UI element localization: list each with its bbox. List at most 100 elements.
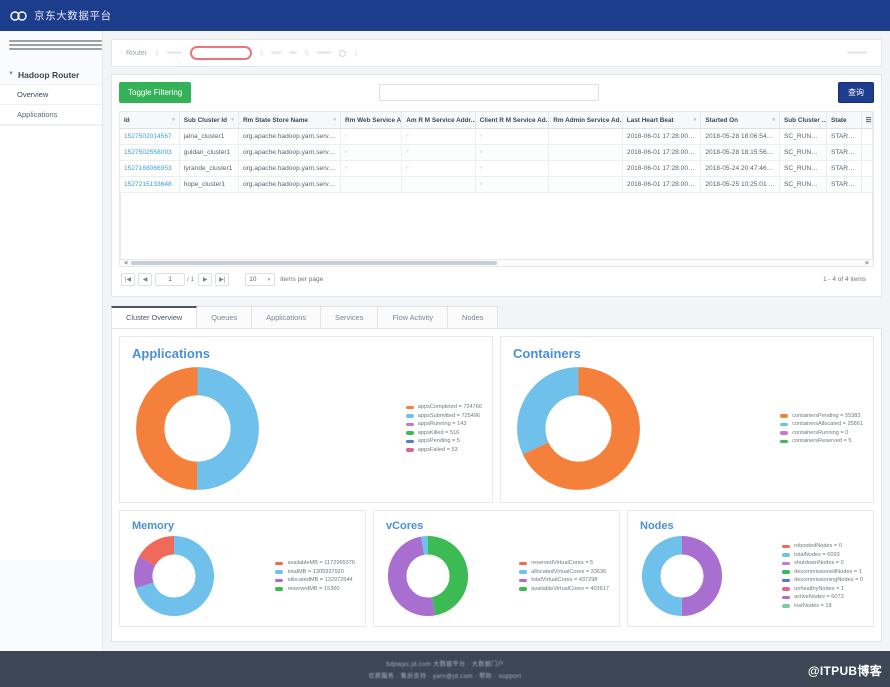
chart-card-containers: Containers containersPending = 55383 con… <box>500 336 874 503</box>
tab-label: Nodes <box>462 313 484 322</box>
tab-services[interactable]: Services <box>320 306 379 328</box>
chart-card-applications: Applications appsCompleted = 724766 apps… <box>119 336 493 503</box>
prev-page-button[interactable]: ◀ <box>138 273 152 286</box>
table-row[interactable]: 1527215133648 hope_cluster1 org.apache.h… <box>120 176 874 193</box>
query-button[interactable]: 查询 <box>838 82 874 103</box>
router-filter-strip: Router 1 •••••• 1 •••• ••• 0 •••••• 1 ••… <box>111 39 882 67</box>
chart-title: vCores <box>386 520 424 532</box>
legend-item[interactable]: shutdownNodes = 0 <box>782 560 863 566</box>
legend-item[interactable]: appsFailed = 53 <box>405 447 482 453</box>
column-header-sub-cluster-state[interactable]: Sub Cluster ... <box>779 112 827 129</box>
table-horizontal-scrollbar[interactable]: ◀ ▶ <box>119 259 874 267</box>
legend-item[interactable]: totalMB = 1305937920 <box>275 569 355 575</box>
toggle-filtering-button[interactable]: Toggle Filtering <box>119 82 192 103</box>
legend-item[interactable]: appsSubmitted = 725496 <box>405 413 482 419</box>
sort-icon[interactable]: ▾ <box>694 117 697 123</box>
column-header-id[interactable]: Id ▾ <box>120 112 180 129</box>
legend-item[interactable]: reservedMB = 15360 <box>275 586 355 592</box>
sort-icon[interactable]: ▾ <box>334 117 337 123</box>
legend-item[interactable]: availableVirtualCores = 403617 <box>519 586 609 592</box>
sidebar-item-applications[interactable]: Applications <box>0 104 102 125</box>
chart-title: Applications <box>132 346 211 361</box>
legend-label: shutdownNodes = 0 <box>794 560 844 567</box>
scrollbar-thumb[interactable] <box>131 261 497 265</box>
scroll-right-icon[interactable]: ▶ <box>864 260 871 266</box>
legend-item[interactable]: appsCompleted = 724766 <box>405 404 482 410</box>
legend-item[interactable]: totalNodes = 6093 <box>782 552 863 558</box>
tab-flow-activity[interactable]: Flow Activity <box>377 306 449 328</box>
legend-color-swatch <box>275 570 284 574</box>
table-row[interactable]: 1527502014567 jalna_cluster1 org.apache.… <box>120 128 874 145</box>
column-label: Last Heart Beat <box>626 116 674 124</box>
sidebar: ▼ Hadoop Router Overview Applications <box>0 31 103 687</box>
column-header-client-rm-service-addr[interactable]: Client R M Service Ad... <box>475 112 550 129</box>
donut-containers <box>511 361 646 496</box>
cell-sub-cluster-id: hope_cluster1 <box>179 176 239 193</box>
legend-memory: availableMB = 1172965376 totalMB = 13059… <box>269 560 355 592</box>
legend-item[interactable]: allocatedVirtualCores = 33636 <box>519 569 609 575</box>
legend-color-swatch <box>519 570 528 574</box>
page-size-select[interactable]: 10 ▼ <box>245 273 276 286</box>
last-page-button[interactable]: ▶| <box>215 273 230 286</box>
tab-queues[interactable]: Queues <box>196 306 253 328</box>
first-page-button[interactable]: |◀ <box>121 273 135 286</box>
legend-item[interactable]: lostNodes = 18 <box>782 603 863 609</box>
column-chooser-icon[interactable]: ☰ <box>861 112 874 129</box>
scroll-left-icon[interactable]: ◀ <box>122 260 129 266</box>
legend-item[interactable]: totalVirtualCores = 437298 <box>519 577 609 583</box>
sort-icon[interactable]: ▾ <box>172 117 175 123</box>
legend-item[interactable]: containersAllocated = 25861 <box>780 421 863 427</box>
legend-item[interactable]: containersPending = 55383 <box>780 413 863 419</box>
tab-label: Cluster Overview <box>126 313 183 322</box>
page-number-input[interactable] <box>155 273 185 286</box>
tab-nodes[interactable]: Nodes <box>447 306 499 328</box>
legend-item[interactable]: appsKilled = 516 <box>405 429 482 436</box>
legend-item[interactable]: availableMB = 1172965376 <box>275 560 355 566</box>
legend-item[interactable]: rebootedNodes = 0 <box>782 543 863 549</box>
legend-color-swatch <box>405 439 414 443</box>
cell-last-heart-beat: 2018-06-01 17:28:00 PM <box>622 176 702 193</box>
legend-item[interactable]: unhealthyNodes = 1 <box>782 586 863 592</box>
legend-item[interactable]: containersRunning = 0 <box>780 430 863 436</box>
cell-spacer <box>861 128 874 145</box>
table-row[interactable]: 1527502558093 guldan_cluster1 org.apache… <box>120 144 874 161</box>
legend-item[interactable]: allocatedMB = 132972544 <box>275 577 355 583</box>
legend-item[interactable]: containersReserved = 5 <box>780 438 863 444</box>
sort-icon[interactable]: ▾ <box>772 117 775 123</box>
column-header-rm-admin-service-addr[interactable]: Rm Admin Service Ad... <box>548 112 623 129</box>
legend-item[interactable]: appsPending = 5 <box>405 438 482 444</box>
column-header-rm-state-store-name[interactable]: Rm State Store Name ▾ <box>238 112 342 129</box>
column-header-sub-cluster-id[interactable]: Sub Cluster Id ▾ <box>179 112 239 129</box>
legend-item[interactable]: decommissionedNodes = 1 <box>782 569 863 575</box>
legend-label: appsKilled = 516 <box>417 429 460 436</box>
tab-applications[interactable]: Applications <box>251 306 322 328</box>
gear-icon[interactable] <box>339 49 347 57</box>
cell-sub-cluster-state: SC_RUNNING <box>779 144 827 161</box>
column-header-started-on[interactable]: Started On ▾ <box>700 112 780 129</box>
legend-item[interactable]: decommissioningNodes = 0 <box>782 577 863 583</box>
tab-cluster-overview[interactable]: Cluster Overview <box>111 306 198 328</box>
sidebar-group-hadoop-router[interactable]: ▼ Hadoop Router <box>0 66 102 84</box>
column-header-am-rm-service-addr[interactable]: Am R M Service Addr... <box>401 112 476 129</box>
legend-label: reservedVirtualCores = 5 <box>531 560 594 567</box>
table-row[interactable]: 1527168066953 tyrande_cluster1 org.apach… <box>120 160 874 177</box>
legend-label: availableVirtualCores = 403617 <box>531 585 609 592</box>
column-header-rm-web-service-addr[interactable]: Rm Web Service Addr... <box>340 112 403 129</box>
legend-item[interactable]: appsRunning = 143 <box>405 421 482 427</box>
search-input[interactable] <box>379 84 600 101</box>
router-table-panel: Toggle Filtering 查询 Id ▾ Sub Cluster Id … <box>111 74 882 297</box>
redacted-field[interactable] <box>189 46 252 60</box>
column-header-last-heart-beat[interactable]: Last Heart Beat ▾ <box>622 112 702 129</box>
tab-label: Queues <box>211 313 238 322</box>
column-label: Id <box>124 116 130 124</box>
hamburger-icon <box>9 40 102 50</box>
router-data-table: Id ▾ Sub Cluster Id ▾ Rm State Store Name ▾… <box>120 112 874 193</box>
sidebar-item-overview[interactable]: Overview <box>0 84 102 104</box>
sidebar-toggle-button[interactable] <box>0 31 102 61</box>
legend-item[interactable]: reservedVirtualCores = 5 <box>519 560 609 566</box>
sort-icon[interactable]: ▾ <box>231 117 234 123</box>
legend-label: totalNodes = 6093 <box>794 551 840 558</box>
column-header-state[interactable]: State <box>826 112 862 129</box>
legend-item[interactable]: activeNodes = 6073 <box>782 594 863 600</box>
next-page-button[interactable]: ▶ <box>198 273 213 286</box>
